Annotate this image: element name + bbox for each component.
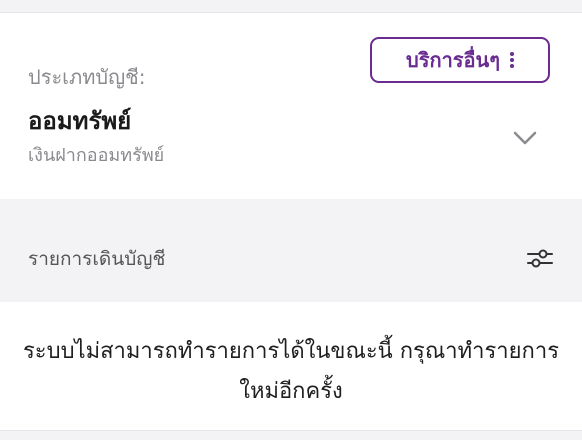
transactions-header: รายการเดินบัญชี xyxy=(0,200,582,300)
error-message: ระบบไม่สามารถทำรายการได้ในขณะนี้ กรุณาทำ… xyxy=(22,339,560,404)
account-type-label: ประเภทบัญชี: xyxy=(28,65,146,89)
more-services-button[interactable]: บริการอื่นๆ xyxy=(370,37,550,83)
vertical-dots-icon xyxy=(509,52,514,68)
top-spacer xyxy=(0,0,582,13)
account-subtitle: เงินฝากออมทรัพย์ xyxy=(28,145,165,166)
transactions-message-area: ระบบไม่สามารถทำรายการได้ในขณะนี้ กรุณาทำ… xyxy=(0,302,582,430)
chevron-down-icon[interactable] xyxy=(512,130,538,146)
transactions-title: รายการเดินบัญชี xyxy=(28,248,166,270)
account-card: ประเภทบัญชี: บริการอื่นๆ ออมทรัพย์ เงินฝ… xyxy=(0,13,582,199)
more-services-label: บริการอื่นๆ xyxy=(406,48,500,72)
account-name[interactable]: ออมทรัพย์ xyxy=(28,101,131,140)
filter-sliders-icon[interactable] xyxy=(524,246,556,270)
